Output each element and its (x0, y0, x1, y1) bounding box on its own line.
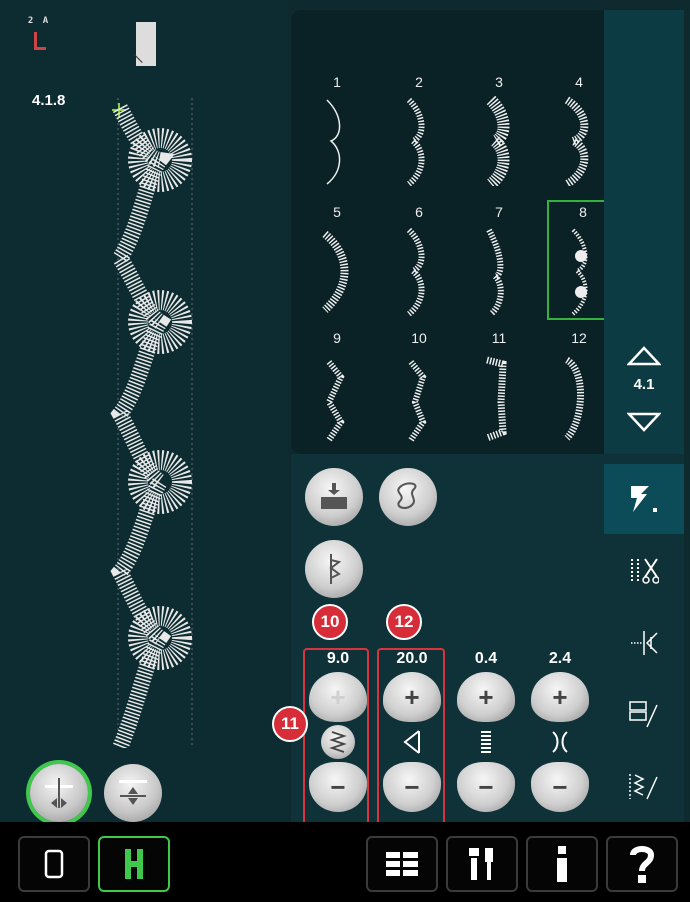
needle-plate-icon[interactable] (136, 22, 156, 66)
stitch-scallop-icon (483, 96, 510, 186)
width-highlight (303, 648, 369, 826)
callout-12: 12 (386, 604, 422, 640)
mirror-side-icon (45, 778, 73, 808)
presser-foot-icon[interactable]: 2 A (26, 16, 52, 68)
embroidery-mode-button[interactable] (98, 836, 170, 892)
stitch-scallop-icon (406, 97, 425, 186)
stitch-zigzag-scallop-icon (325, 360, 345, 442)
stitch-cell-6[interactable]: 6 (383, 204, 455, 322)
thread-tension-plus-button[interactable]: + (531, 672, 589, 722)
stitch-program-icon (629, 774, 658, 800)
side-tabs (604, 454, 684, 822)
settings-button[interactable] (446, 836, 518, 892)
stitch-density-value: 0.4 (474, 650, 498, 667)
stitch-pattern-preview (110, 98, 193, 748)
menu-list-icon (386, 852, 418, 876)
stitch-ball-scallop-icon (571, 228, 588, 316)
mirror-end-button[interactable] (104, 764, 162, 822)
stitch-scallop-icon (406, 227, 425, 316)
stitch-cell-2[interactable]: 2 (383, 74, 455, 192)
stitch-cell-10[interactable]: 10 (383, 330, 455, 448)
info-icon (557, 846, 567, 882)
stitch-cell-9[interactable]: 9 (301, 330, 373, 448)
stitch-crescent-icon (322, 230, 349, 313)
triangle-up-icon (627, 346, 661, 366)
sequencing-button[interactable] (305, 540, 363, 598)
thread-tension-value: 2.4 (548, 650, 572, 667)
sewing-screen: 2 A 4.1.8 1 2 3 4 5 6 7 8 9 10 11 12 4.1… (0, 0, 690, 902)
triangle-down-icon (627, 412, 661, 432)
help-icon (630, 846, 655, 883)
mirror-end-icon (119, 780, 147, 805)
tension-icon (552, 731, 568, 753)
save-stitch-button[interactable] (305, 468, 363, 526)
stitch-cell-3[interactable]: 3 (463, 74, 535, 192)
mirror-side-button[interactable] (30, 764, 88, 822)
bottom-bar (0, 822, 690, 902)
stitch-settings-icon (631, 486, 657, 512)
foot-label: 2 A (27, 16, 51, 26)
menu-label: 4.1 (633, 376, 655, 393)
stitch-cell-11[interactable]: 11 (463, 330, 535, 448)
programming-icon (629, 701, 658, 728)
scissors-icon (631, 558, 659, 584)
stitch-editor-button[interactable] (379, 468, 437, 526)
tab-balance[interactable] (604, 608, 684, 678)
embroidery-mode-icon (125, 849, 143, 879)
tools-icon (469, 848, 493, 880)
stitch-scallop-icon (563, 96, 589, 186)
thread-tension-control: 2.4 + − (527, 650, 593, 818)
stitch-scallop-icon (326, 99, 341, 185)
stitch-density-plus-button[interactable]: + (457, 672, 515, 722)
stitch-cell-7[interactable]: 7 (463, 204, 535, 322)
balance-icon (631, 631, 658, 655)
density-icon (481, 731, 491, 753)
callout-10: 10 (312, 604, 348, 640)
stitch-editor-icon (397, 482, 417, 509)
thread-tension-minus-button[interactable]: − (531, 762, 589, 812)
save-icon (321, 483, 347, 509)
stitch-menu-grid: 1 2 3 4 5 6 7 8 9 10 11 12 (291, 10, 615, 454)
stitch-curve-icon (564, 357, 584, 441)
stitch-preview-panel: 2 A 4.1.8 (0, 0, 288, 822)
callout-11: 11 (272, 706, 308, 742)
sequence-icon (329, 554, 342, 584)
tab-programming[interactable] (604, 680, 684, 750)
stitch-cell-1[interactable]: 1 (301, 74, 373, 192)
info-button[interactable] (526, 836, 598, 892)
stitch-density-control: 0.4 + − (453, 650, 519, 818)
sewing-mode-icon (44, 849, 64, 879)
length-highlight (377, 648, 445, 826)
stitch-cell-5[interactable]: 5 (301, 204, 373, 322)
scroll-down-button[interactable] (621, 402, 667, 442)
stitch-density-minus-button[interactable]: − (457, 762, 515, 812)
menu-scroll-column: 4.1 (604, 10, 684, 454)
tab-stitch-settings[interactable] (604, 464, 684, 534)
stitch-wave-icon (486, 228, 504, 316)
help-button[interactable] (606, 836, 678, 892)
tab-stitch-program[interactable] (604, 752, 684, 822)
menu-button[interactable] (366, 836, 438, 892)
sewing-mode-button[interactable] (18, 836, 90, 892)
stitch-number: 4.1.8 (32, 92, 66, 109)
stitch-bracket-icon (485, 356, 507, 442)
scroll-up-button[interactable] (621, 336, 667, 376)
tab-thread-cut[interactable] (604, 536, 684, 606)
stitch-zigzag-scallop-icon (408, 360, 427, 442)
